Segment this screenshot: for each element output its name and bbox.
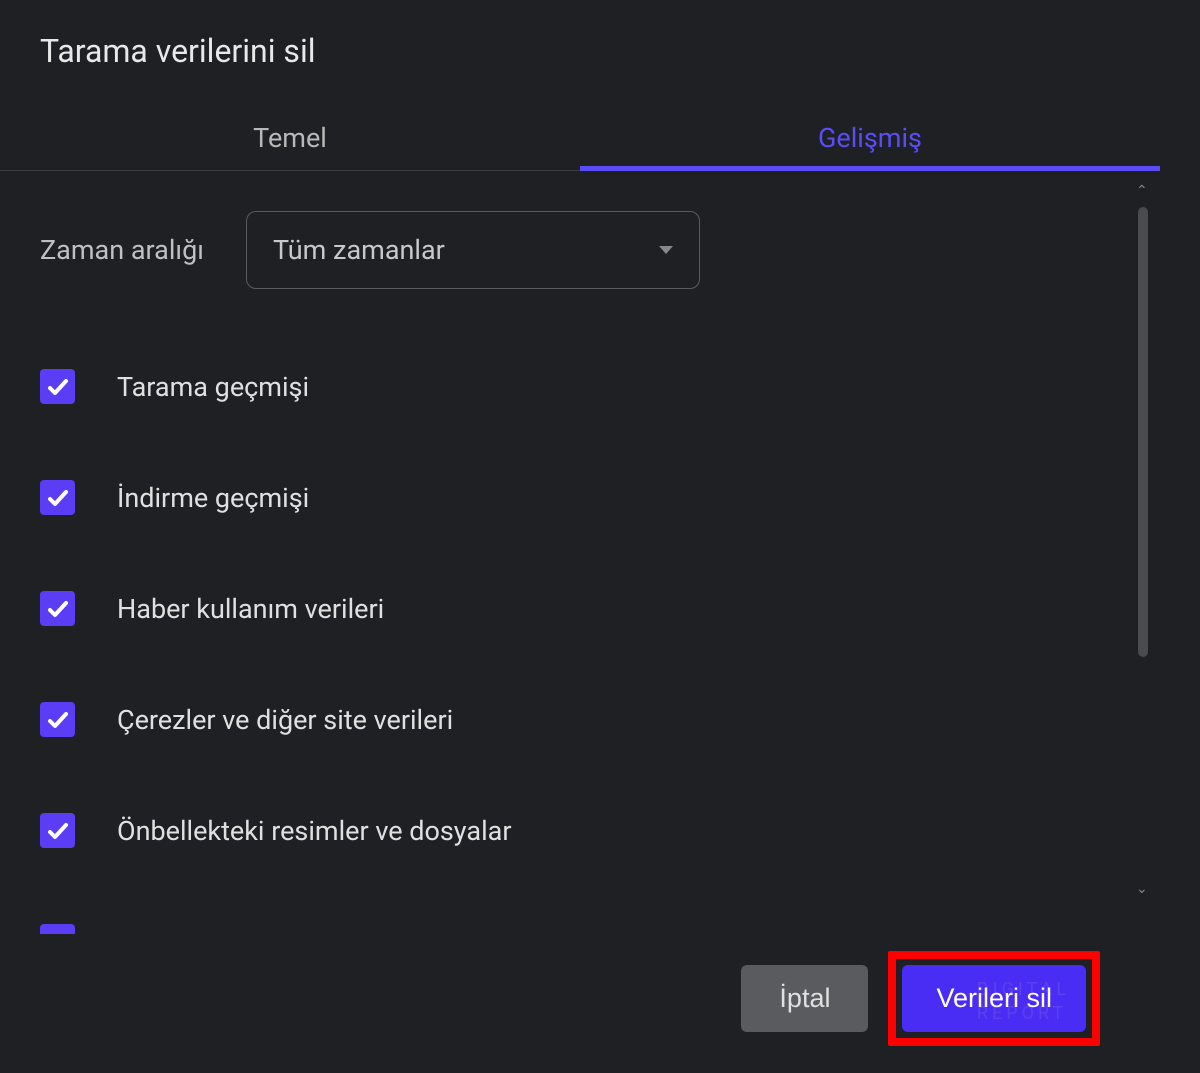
- scrollbar[interactable]: ⌃ ⌄: [1138, 185, 1148, 895]
- check-icon: [46, 708, 70, 732]
- tabs-container: Temel Gelişmiş: [0, 108, 1160, 171]
- option-label: Önbellekteki resimler ve dosyalar: [117, 815, 511, 847]
- tab-basic-label: Temel: [253, 122, 327, 154]
- clear-data-button[interactable]: Verileri sil: [902, 965, 1086, 1032]
- tab-basic[interactable]: Temel: [0, 108, 580, 170]
- chevron-down-icon: [659, 246, 673, 254]
- tab-advanced[interactable]: Gelişmiş: [580, 108, 1160, 170]
- cancel-button[interactable]: İptal: [741, 965, 868, 1032]
- highlight-annotation: Verileri sil: [888, 951, 1100, 1046]
- checkbox-cookies[interactable]: [40, 702, 75, 737]
- time-range-select[interactable]: Tüm zamanlar: [246, 211, 700, 289]
- dialog-footer: İptal Verileri sil: [0, 923, 1160, 1073]
- option-news-usage-data: Haber kullanım verileri: [40, 591, 1160, 626]
- checkbox-browsing-history[interactable]: [40, 369, 75, 404]
- checkbox-news-usage-data[interactable]: [40, 591, 75, 626]
- time-range-label: Zaman aralığı: [40, 234, 204, 266]
- option-label: İndirme geçmişi: [117, 482, 309, 514]
- content-area: ⌃ ⌄ Zaman aralığı Tüm zamanlar Tarama ge…: [0, 171, 1160, 911]
- check-icon: [46, 597, 70, 621]
- checkbox-cached-images[interactable]: [40, 813, 75, 848]
- dialog-title: Tarama verilerini sil: [0, 0, 1160, 70]
- scroll-down-icon[interactable]: ⌄: [1136, 883, 1150, 895]
- time-range-row: Zaman aralığı Tüm zamanlar: [40, 211, 1160, 289]
- check-icon: [46, 375, 70, 399]
- tab-advanced-label: Gelişmiş: [818, 122, 922, 154]
- clear-browsing-data-dialog: Tarama verilerini sil Temel Gelişmiş ⌃ ⌄…: [0, 0, 1160, 1073]
- option-browsing-history: Tarama geçmişi: [40, 369, 1160, 404]
- time-range-value: Tüm zamanlar: [273, 234, 445, 266]
- option-label: Tarama geçmişi: [117, 371, 309, 403]
- checkbox-download-history[interactable]: [40, 480, 75, 515]
- option-download-history: İndirme geçmişi: [40, 480, 1160, 515]
- option-cached-images: Önbellekteki resimler ve dosyalar: [40, 813, 1160, 848]
- option-label: Haber kullanım verileri: [117, 593, 384, 625]
- scroll-thumb[interactable]: [1138, 207, 1148, 657]
- scroll-up-icon[interactable]: ⌃: [1136, 185, 1150, 197]
- check-icon: [46, 486, 70, 510]
- option-cookies: Çerezler ve diğer site verileri: [40, 702, 1160, 737]
- check-icon: [46, 819, 70, 843]
- option-label: Çerezler ve diğer site verileri: [117, 704, 453, 736]
